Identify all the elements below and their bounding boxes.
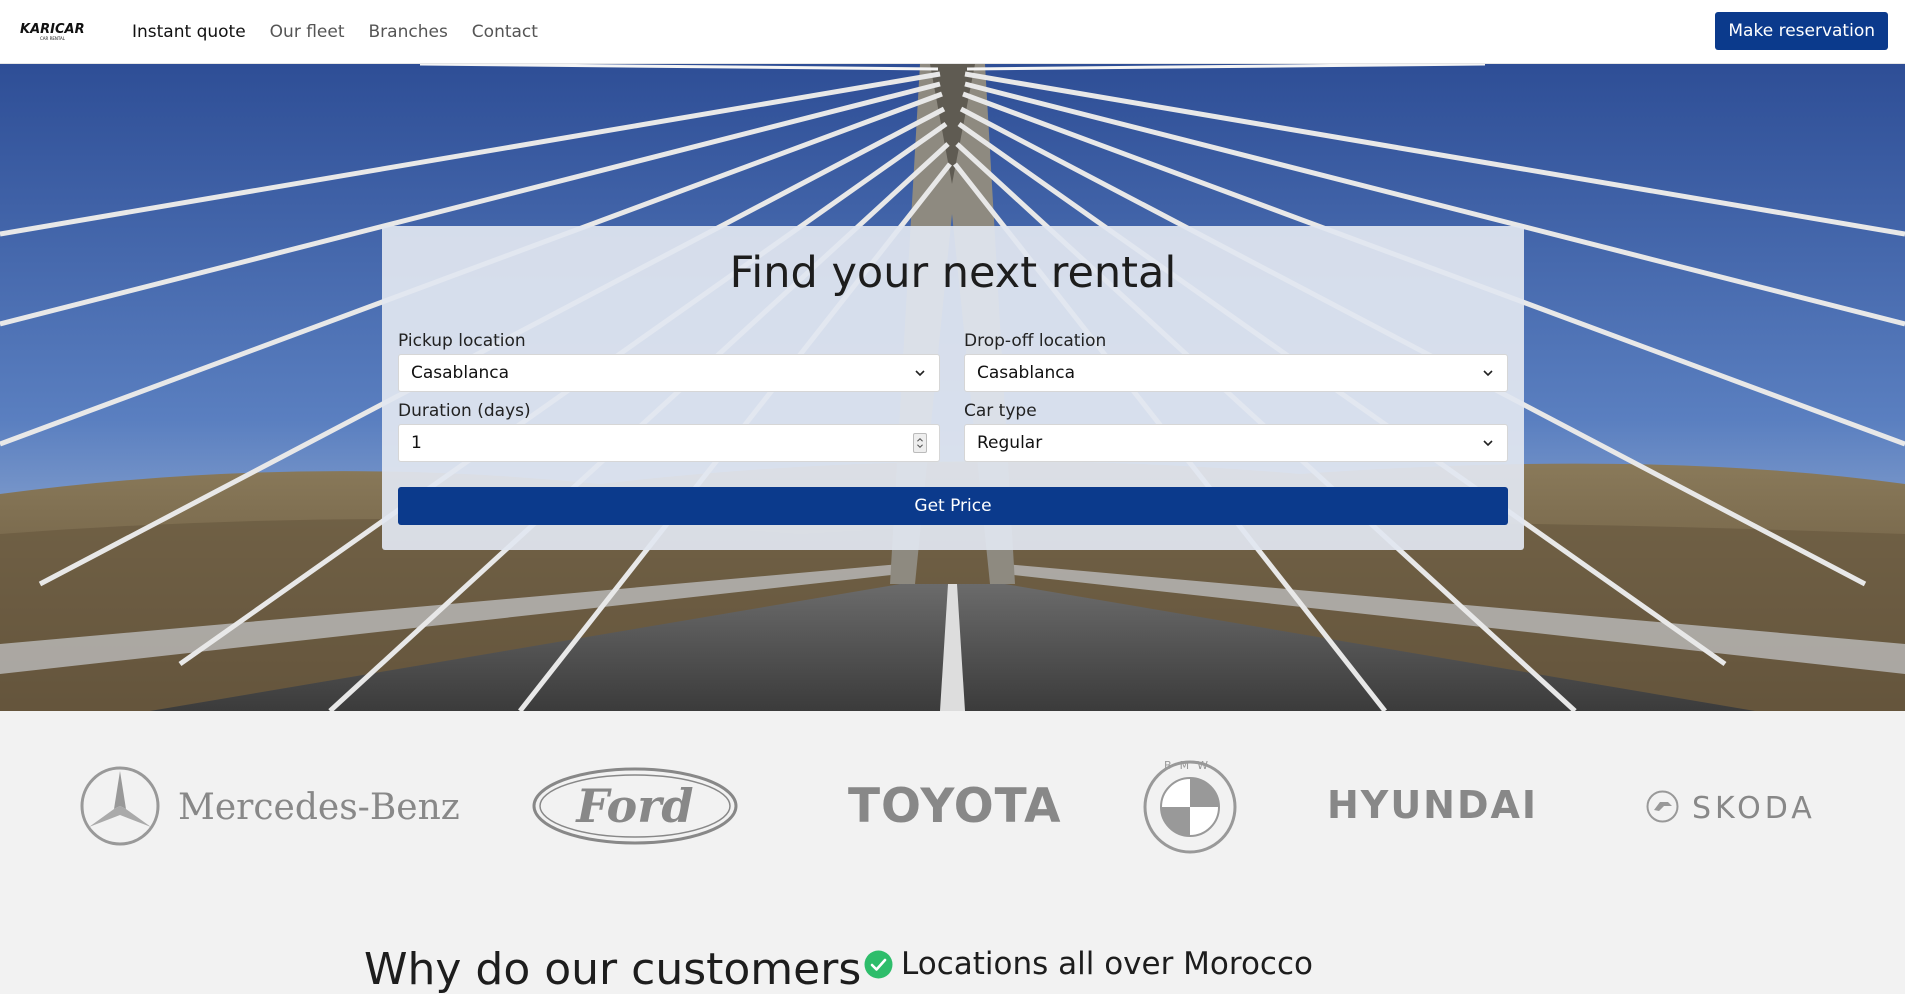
brand-toyota: TOYOTA — [848, 779, 1062, 834]
mercedes-benz-logo-icon — [80, 766, 160, 846]
duration-label: Duration (days) — [398, 401, 531, 421]
svg-text:CAR RENTAL: CAR RENTAL — [40, 36, 66, 41]
pickup-location-value: Casablanca — [411, 363, 510, 383]
dropoff-location-select[interactable]: Casablanca — [964, 354, 1508, 392]
chevron-down-icon — [1483, 440, 1493, 447]
car-type-select[interactable]: Regular — [964, 424, 1508, 462]
pickup-location-label: Pickup location — [398, 331, 526, 351]
number-spinner-icon[interactable] — [913, 433, 927, 453]
quote-form-title: Find your next rental — [729, 248, 1177, 298]
nav-link-branches[interactable]: Branches — [369, 22, 448, 42]
brand-skoda: SKODA — [1692, 791, 1816, 826]
bmw-logo-icon — [1143, 760, 1237, 854]
brand-hyundai: HYUNDAI — [1327, 783, 1539, 827]
duration-value: 1 — [411, 433, 422, 453]
chevron-down-icon — [915, 370, 925, 377]
why-customers-heading: Why do our customers — [364, 944, 862, 994]
skoda-logo-icon — [1646, 790, 1679, 823]
dropoff-location-value: Casablanca — [977, 363, 1076, 383]
brand-bmw: BMW — [1164, 759, 1216, 772]
get-price-button[interactable]: Get Price — [398, 487, 1508, 525]
duration-input[interactable]: 1 — [398, 424, 940, 462]
brand-ford: Ford — [576, 779, 694, 833]
nav-link-our-fleet[interactable]: Our fleet — [270, 22, 345, 42]
chevron-down-icon — [1483, 370, 1493, 377]
nav-link-instant-quote[interactable]: Instant quote — [132, 22, 246, 42]
hero-banner: Find your next rental Pickup location Ca… — [0, 64, 1905, 711]
car-type-label: Car type — [964, 401, 1037, 421]
top-navbar: KARICAR CAR RENTAL Instant quote Our fle… — [0, 0, 1905, 64]
pickup-location-select[interactable]: Casablanca — [398, 354, 940, 392]
brand-mercedes-benz: Mercedes-Benz — [178, 787, 460, 828]
brand-logos-strip: Mercedes-Benz Ford TOYOTA BMW HYUNDAI SK… — [0, 711, 1905, 896]
check-circle-icon — [864, 950, 893, 978]
nav-links: Instant quote Our fleet Branches Contact — [132, 0, 538, 64]
feature-text: Locations all over Morocco — [901, 946, 1313, 982]
car-type-value: Regular — [977, 433, 1043, 453]
dropoff-location-label: Drop-off location — [964, 331, 1107, 351]
feature-item: Locations all over Morocco — [864, 946, 1313, 982]
instant-quote-form: Find your next rental Pickup location Ca… — [382, 226, 1524, 550]
karicar-logo[interactable]: KARICAR CAR RENTAL — [20, 21, 98, 41]
svg-text:KARICAR: KARICAR — [20, 22, 85, 37]
make-reservation-button[interactable]: Make reservation — [1715, 12, 1888, 50]
nav-link-contact[interactable]: Contact — [472, 22, 538, 42]
